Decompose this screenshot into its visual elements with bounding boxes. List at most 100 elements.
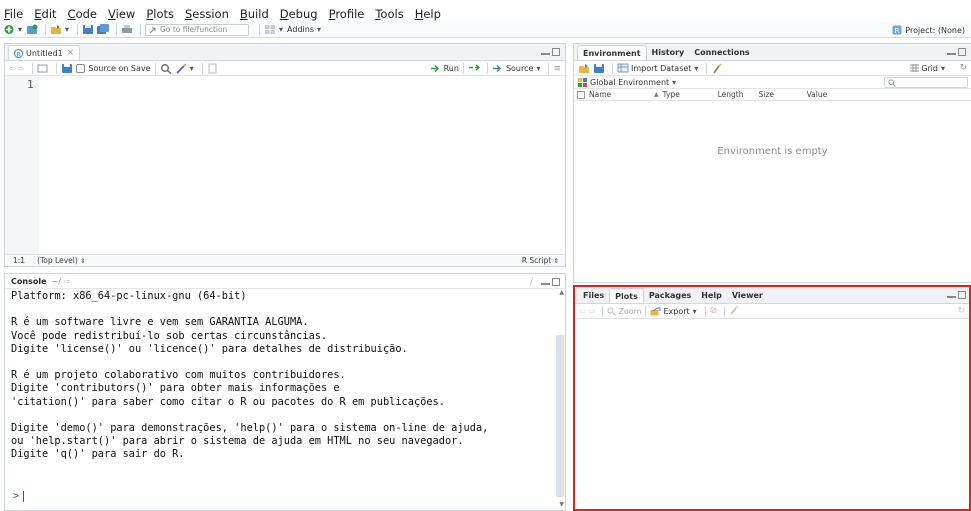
- load-workspace-icon[interactable]: [578, 63, 590, 74]
- back-arrow-icon[interactable]: ⇦: [9, 64, 16, 73]
- col-value[interactable]: Value: [807, 90, 828, 99]
- open-file-dropdown-icon[interactable]: ▾: [65, 25, 69, 34]
- toolbar-divider: [45, 24, 47, 35]
- menu-build[interactable]: Build: [240, 7, 269, 21]
- plot-viewport[interactable]: [575, 319, 969, 509]
- tab-plots[interactable]: Plots: [609, 288, 644, 303]
- save-all-icon[interactable]: [97, 24, 110, 35]
- file-type-selector[interactable]: R Script ⇕: [522, 256, 559, 265]
- menu-file[interactable]: File: [4, 7, 23, 21]
- rerun-icon[interactable]: [468, 63, 481, 74]
- addins-caret-icon[interactable]: ▾: [317, 25, 321, 34]
- code-tools-wand-icon[interactable]: [175, 63, 187, 74]
- print-icon[interactable]: [121, 24, 133, 35]
- tab-packages[interactable]: Packages: [644, 288, 696, 303]
- minimize-icon[interactable]: [947, 53, 956, 55]
- tab-history[interactable]: History: [647, 45, 690, 60]
- go-to-directory-icon[interactable]: ⇨: [64, 277, 71, 286]
- menu-plots[interactable]: Plots: [146, 7, 174, 21]
- scope-dropdown-icon[interactable]: ▾: [672, 78, 676, 87]
- addins-menu[interactable]: Addins: [287, 25, 314, 34]
- menu-profile[interactable]: Profile: [329, 7, 365, 21]
- select-all-checkbox[interactable]: [577, 90, 585, 99]
- console-output[interactable]: Platform: x86_64-pc-linux-gnu (64-bit) R…: [11, 290, 488, 475]
- new-file-icon[interactable]: [3, 24, 15, 35]
- scope-selector[interactable]: (Top Level) ⇕: [37, 256, 86, 265]
- run-button[interactable]: Run: [430, 64, 459, 73]
- export-dropdown-icon[interactable]: ▾: [693, 307, 697, 316]
- code-tools-dropdown-icon[interactable]: ▾: [190, 64, 194, 73]
- open-file-icon[interactable]: [50, 24, 62, 35]
- code-editor[interactable]: 1: [5, 76, 565, 266]
- maximize-icon[interactable]: [958, 291, 966, 299]
- tab-help[interactable]: Help: [696, 288, 727, 303]
- menu-debug[interactable]: Debug: [280, 7, 318, 21]
- source-on-save-checkbox[interactable]: [76, 63, 86, 73]
- console-pane: Console ~/ ⇨ ∕ Platform: x86_64-pc-linux…: [4, 273, 566, 511]
- sort-asc-icon[interactable]: ▲: [654, 91, 659, 98]
- refresh-icon[interactable]: ↻: [959, 63, 967, 73]
- menu-code[interactable]: Code: [68, 7, 97, 21]
- export-button[interactable]: Export ▾: [650, 307, 700, 316]
- minimize-icon[interactable]: [541, 53, 550, 55]
- clear-broom-icon[interactable]: [711, 62, 723, 74]
- refresh-plot-icon[interactable]: ↻: [957, 306, 965, 316]
- col-length[interactable]: Length: [718, 90, 759, 99]
- save-icon[interactable]: [82, 24, 94, 35]
- tab-untitled1[interactable]: R Untitled1 ×: [8, 45, 81, 60]
- new-project-icon[interactable]: [26, 24, 38, 35]
- maximize-icon[interactable]: [552, 48, 560, 56]
- menu-tools[interactable]: Tools: [375, 7, 403, 21]
- source-button[interactable]: Source ▾: [492, 64, 545, 73]
- tab-connections[interactable]: Connections: [689, 45, 754, 60]
- col-type[interactable]: Type: [663, 90, 718, 99]
- close-tab-icon[interactable]: ×: [67, 48, 75, 58]
- import-dropdown-icon[interactable]: ▾: [694, 64, 698, 73]
- forward-arrow-icon[interactable]: ⇨: [18, 64, 25, 73]
- menu-view[interactable]: View: [108, 7, 135, 21]
- new-file-dropdown-icon[interactable]: ▾: [18, 25, 22, 34]
- col-size[interactable]: Size: [759, 90, 807, 99]
- search-icon[interactable]: [160, 63, 172, 74]
- maximize-icon[interactable]: [552, 278, 560, 286]
- compile-report-icon[interactable]: [207, 63, 219, 74]
- col-name[interactable]: Name: [589, 90, 654, 99]
- goto-file-function-input[interactable]: Go to file/function: [145, 23, 250, 36]
- menu-session[interactable]: Session: [185, 7, 229, 21]
- environment-search-input[interactable]: [884, 77, 968, 88]
- source-dropdown-icon[interactable]: ▾: [536, 64, 540, 73]
- grid-view-button[interactable]: Grid ▾: [910, 64, 949, 73]
- tab-environment[interactable]: Environment: [577, 45, 647, 60]
- clear-console-icon[interactable]: ∕: [530, 277, 533, 287]
- next-plot-icon[interactable]: ⇨: [589, 307, 596, 316]
- menu-edit[interactable]: Edit: [34, 7, 56, 21]
- grid-dropdown-icon[interactable]: ▾: [941, 64, 945, 73]
- tab-viewer[interactable]: Viewer: [727, 288, 768, 303]
- menu-help[interactable]: Help: [415, 7, 441, 21]
- previous-plot-icon[interactable]: ⇦: [579, 307, 586, 316]
- console-tab[interactable]: Console: [11, 277, 47, 286]
- minimize-icon[interactable]: [541, 283, 550, 285]
- clear-plots-broom-icon[interactable]: [729, 305, 740, 317]
- zoom-button[interactable]: Zoom: [607, 307, 641, 316]
- minimize-icon[interactable]: [947, 296, 956, 298]
- document-outline-icon[interactable]: ≡: [553, 64, 561, 74]
- global-env-selector[interactable]: Global Environment ▾: [578, 77, 680, 87]
- show-in-window-icon[interactable]: [37, 63, 49, 74]
- addins-dropdown-icon[interactable]: ▾: [279, 25, 283, 34]
- maximize-icon[interactable]: [958, 48, 966, 56]
- line-number: 1: [27, 78, 34, 91]
- scroll-up-icon[interactable]: ▲: [559, 289, 564, 296]
- tab-files[interactable]: Files: [578, 288, 609, 303]
- save-workspace-icon[interactable]: [593, 63, 605, 74]
- console-line: Digite 'q()' para sair do R.: [11, 448, 185, 461]
- console-prompt[interactable]: >: [13, 490, 25, 502]
- remove-plot-icon[interactable]: ⊘: [710, 306, 718, 316]
- environment-tabbar: Environment History Connections: [574, 44, 971, 61]
- scroll-down-icon[interactable]: ▼: [559, 501, 564, 508]
- console-scrollbar[interactable]: [556, 335, 564, 497]
- project-menu[interactable]: R Project: (None): [892, 25, 965, 35]
- import-dataset-button[interactable]: Import Dataset ▾: [617, 63, 702, 73]
- save-icon[interactable]: [61, 63, 73, 74]
- workspace-panes-icon[interactable]: [264, 24, 276, 35]
